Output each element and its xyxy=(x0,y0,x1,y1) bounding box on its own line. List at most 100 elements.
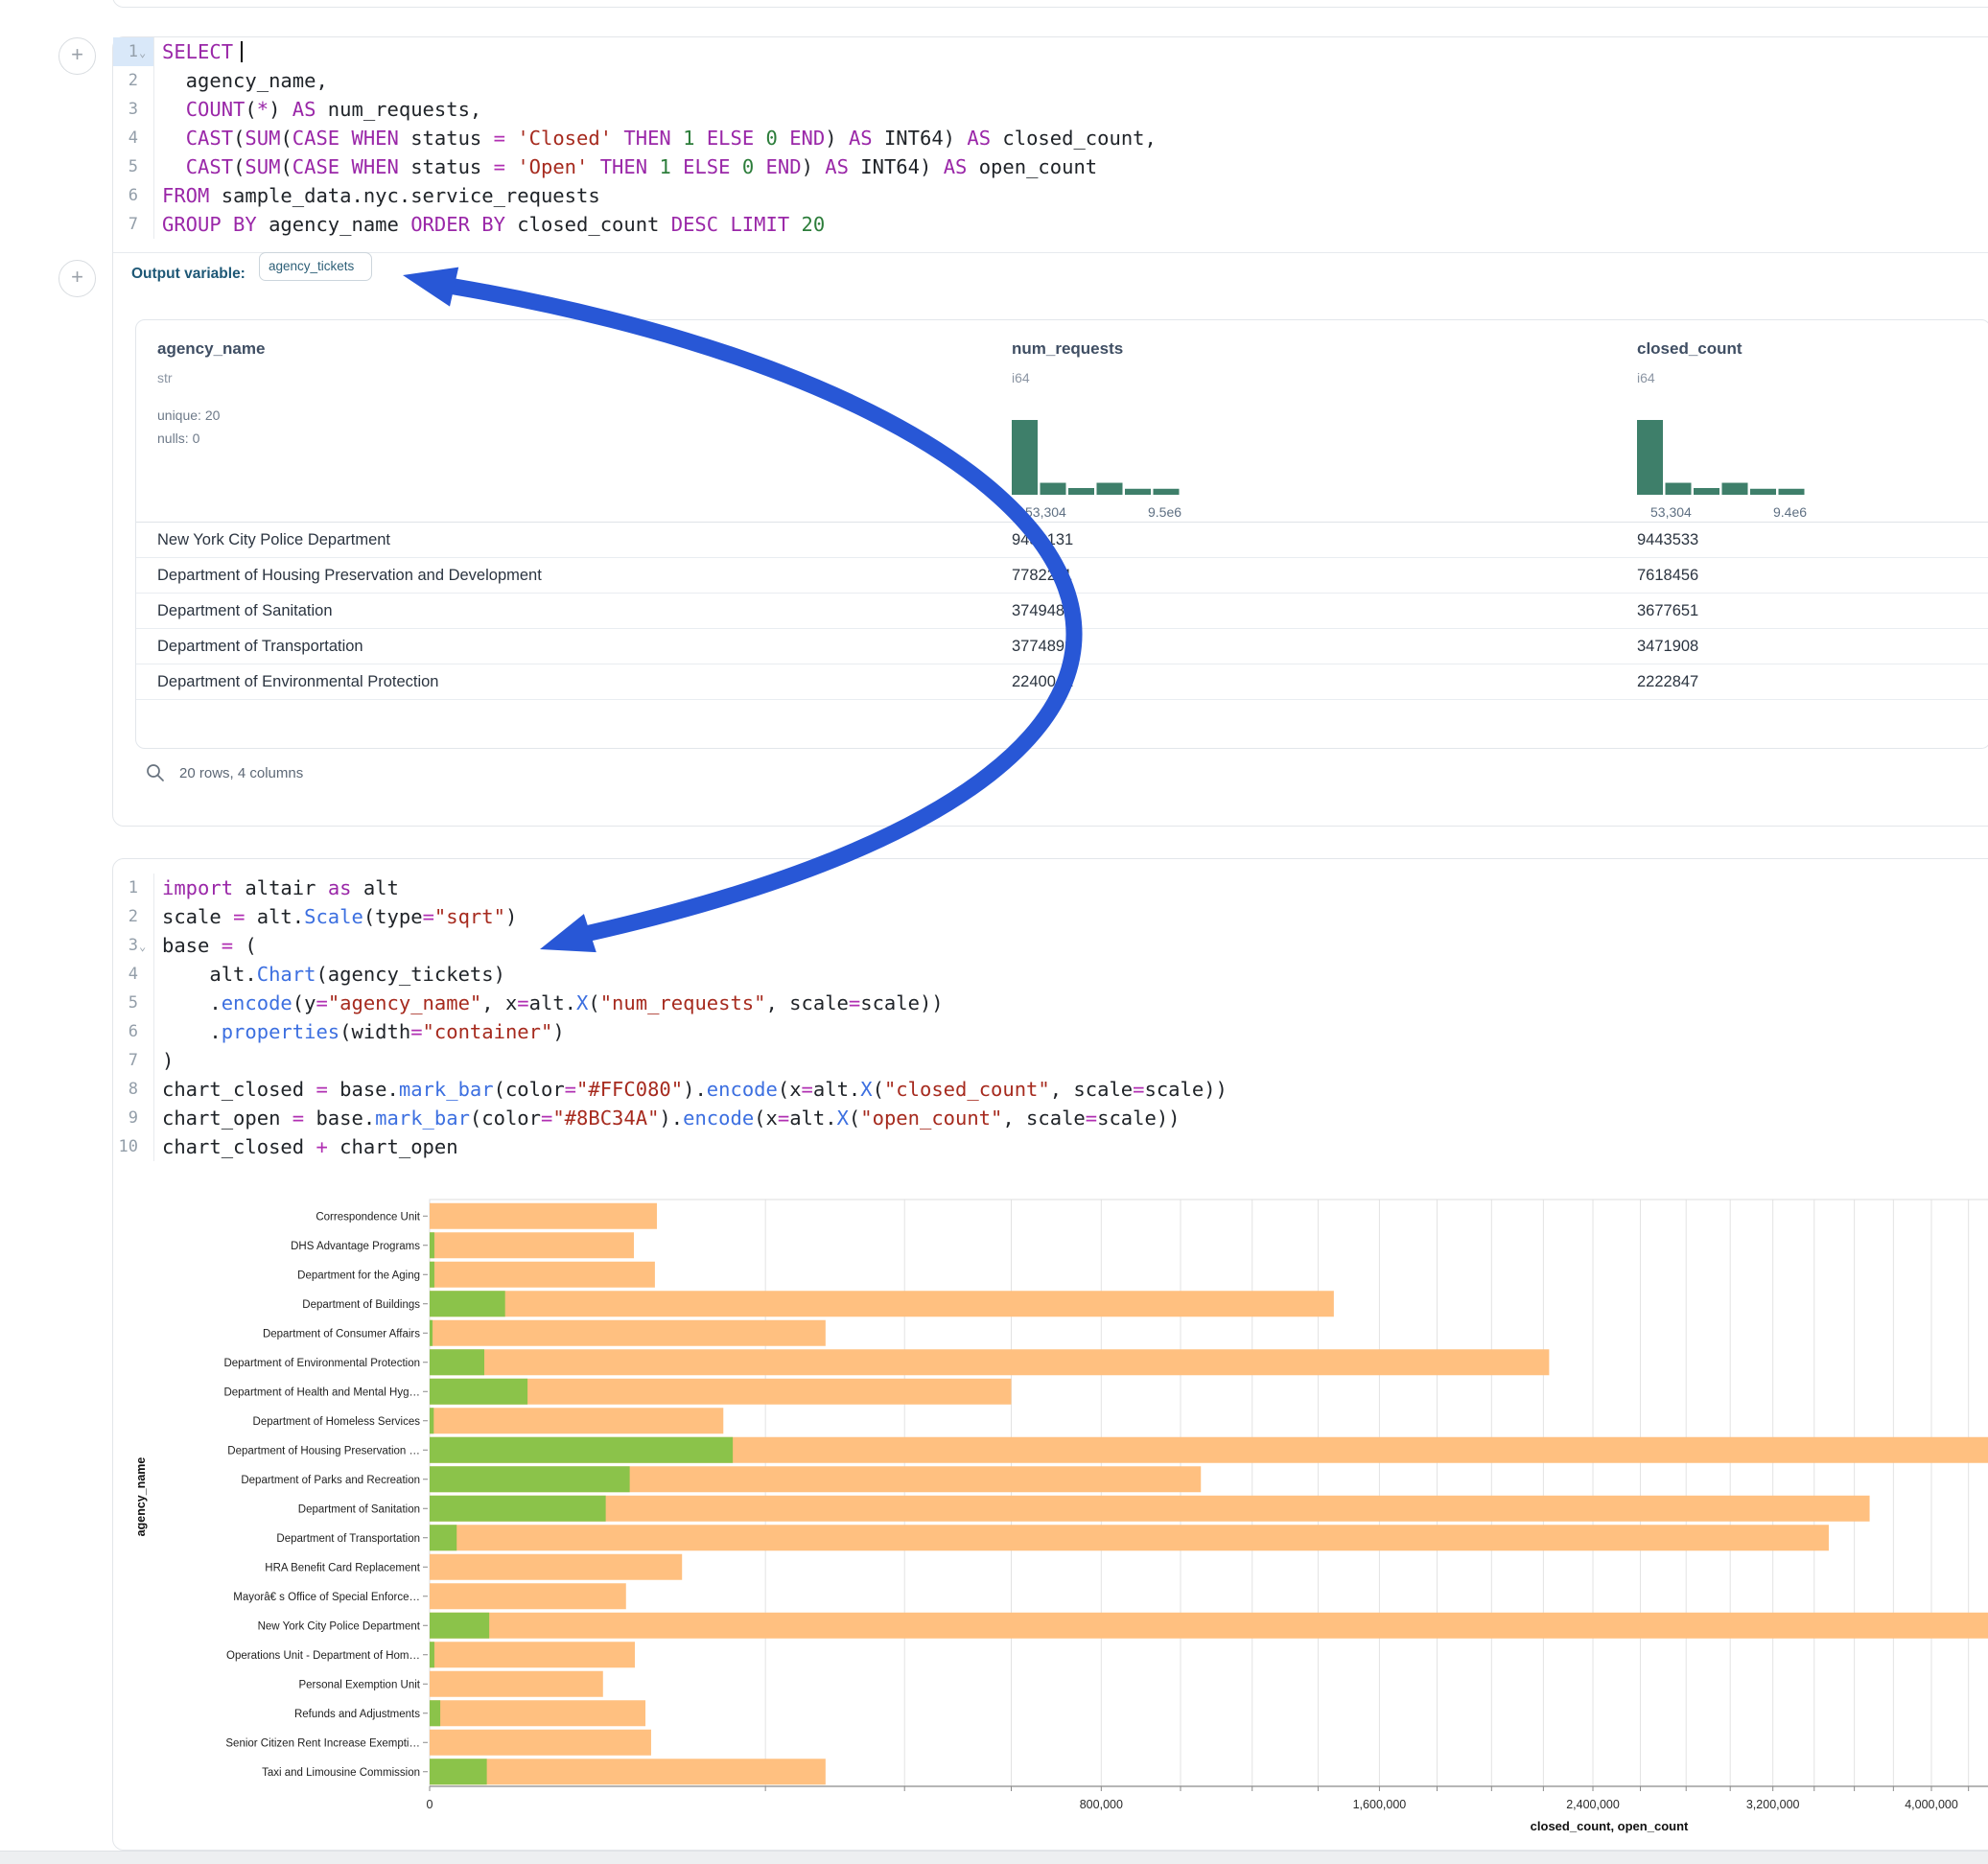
svg-text:Department of Homeless Service: Department of Homeless Services xyxy=(253,1416,421,1428)
table-row[interactable]: Department of Housing Preservation and D… xyxy=(136,558,1988,594)
code-line[interactable]: 2scale = alt.Scale(type="sqrt") xyxy=(113,902,1988,931)
code-line[interactable]: 1import altair as alt xyxy=(113,874,1988,902)
svg-text:Department of Housing Preserva: Department of Housing Preservation … xyxy=(227,1445,420,1456)
table-cell: Department of Transportation xyxy=(157,629,363,664)
column-stat-nulls: nulls: 0 xyxy=(157,431,199,446)
line-number: 5 xyxy=(113,152,138,181)
gutter: 1 xyxy=(113,874,154,902)
svg-text:HRA Benefit Card Replacement: HRA Benefit Card Replacement xyxy=(265,1562,421,1573)
code-line[interactable]: 2 agency_name, xyxy=(113,66,1988,95)
gutter: 3 xyxy=(113,95,154,124)
altair-bar-chart: Correspondence Unit DHS Advantage Program… xyxy=(113,1190,1988,1842)
code-line[interactable]: 6FROM sample_data.nyc.service_requests xyxy=(113,181,1988,210)
code-line[interactable]: 7GROUP BY agency_name ORDER BY closed_co… xyxy=(113,210,1988,239)
add-cell-button-output[interactable]: + xyxy=(58,260,96,297)
gutter: 4 xyxy=(113,960,154,989)
column-type: i64 xyxy=(1637,370,1655,385)
gutter: 9 xyxy=(113,1104,154,1132)
column-header[interactable]: num_requests xyxy=(1012,339,1123,359)
line-number: 2 xyxy=(113,902,138,931)
column-histogram xyxy=(1637,416,1810,495)
table-cell: 7782211 xyxy=(1012,558,1072,594)
gutter: 8 xyxy=(113,1075,154,1104)
line-number: 4 xyxy=(113,124,138,152)
table-footer: 20 rows, 4 columns xyxy=(145,758,303,787)
svg-text:Department of Health and Menta: Department of Health and Mental Hyg… xyxy=(223,1386,420,1398)
text-cursor xyxy=(241,41,243,62)
fold-chevron-icon[interactable]: ⌄ xyxy=(139,932,146,961)
histogram-min-label: 53,304 xyxy=(1025,504,1066,520)
svg-text:Department of Parks and Recrea: Department of Parks and Recreation xyxy=(241,1475,420,1486)
gutter: 10 xyxy=(113,1132,154,1161)
table-cell: 9443533 xyxy=(1637,523,1698,558)
column-type: i64 xyxy=(1012,370,1030,385)
code-line[interactable]: 7) xyxy=(113,1046,1988,1075)
gutter: 2 xyxy=(113,66,154,95)
column-stat-unique: unique: 20 xyxy=(157,408,220,423)
svg-text:Operations Unit - Department o: Operations Unit - Department of Hom… xyxy=(226,1650,420,1662)
svg-text:2,400,000: 2,400,000 xyxy=(1566,1798,1620,1811)
sql-code-editor[interactable]: 1⌄SELECT2 agency_name,3 COUNT(*) AS num_… xyxy=(113,37,1988,239)
svg-text:Personal Exemption Unit: Personal Exemption Unit xyxy=(298,1679,420,1690)
search-icon[interactable] xyxy=(145,762,166,783)
svg-text:agency_name: agency_name xyxy=(134,1457,148,1537)
table-cell: Department of Environmental Protection xyxy=(157,664,438,700)
output-variable-label: Output variable: xyxy=(131,266,246,283)
column-header[interactable]: agency_name xyxy=(157,339,265,359)
gutter: 1⌄ xyxy=(113,37,154,66)
gutter: 5 xyxy=(113,152,154,181)
svg-text:Department for the Aging: Department for the Aging xyxy=(297,1270,420,1281)
table-row[interactable]: New York City Police Department945313194… xyxy=(136,523,1988,558)
fold-chevron-icon[interactable]: ⌄ xyxy=(139,38,146,67)
svg-text:Department of Environmental Pr: Department of Environmental Protection xyxy=(223,1358,420,1369)
gutter: 3⌄ xyxy=(113,931,154,960)
code-line[interactable]: 3 COUNT(*) AS num_requests, xyxy=(113,95,1988,124)
notebook-page: { "sql_cell": { "active_line": 1, "fold_… xyxy=(0,0,1988,1864)
output-variable-chip[interactable]: agency_tickets xyxy=(259,252,372,281)
table-cell: 3677651 xyxy=(1637,594,1698,629)
line-number: 1 xyxy=(113,37,138,66)
code-line[interactable]: 9chart_open = base.mark_bar(color="#8BC3… xyxy=(113,1104,1988,1132)
code-line[interactable]: 3⌄base = ( xyxy=(113,931,1988,960)
table-row[interactable]: Department of Transportation377489234719… xyxy=(136,629,1988,664)
svg-text:Taxi and Limousine Commission: Taxi and Limousine Commission xyxy=(262,1767,420,1779)
code-line[interactable]: 4 alt.Chart(agency_tickets) xyxy=(113,960,1988,989)
table-cell: Department of Housing Preservation and D… xyxy=(157,558,542,594)
code-line[interactable]: 5 CAST(SUM(CASE WHEN status = 'Open' THE… xyxy=(113,152,1988,181)
table-cell: 7618456 xyxy=(1637,558,1698,594)
svg-text:closed_count, open_count: closed_count, open_count xyxy=(1531,1819,1689,1833)
svg-text:Department of Transportation: Department of Transportation xyxy=(276,1533,420,1545)
sql-cell-card: 1⌄SELECT2 agency_name,3 COUNT(*) AS num_… xyxy=(112,36,1988,827)
svg-text:1,600,000: 1,600,000 xyxy=(1353,1798,1407,1811)
table-cell: 2240041 xyxy=(1012,664,1073,700)
gutter: 4 xyxy=(113,124,154,152)
code-line[interactable]: 4 CAST(SUM(CASE WHEN status = 'Closed' T… xyxy=(113,124,1988,152)
line-number: 3 xyxy=(113,95,138,124)
svg-text:Correspondence Unit: Correspondence Unit xyxy=(316,1211,420,1223)
histogram-min-label: 53,304 xyxy=(1650,504,1692,520)
table-cell: 3471908 xyxy=(1637,629,1698,664)
svg-text:Senior Citizen Rent Increase E: Senior Citizen Rent Increase Exempti… xyxy=(225,1737,420,1749)
table-row[interactable]: Department of Environmental Protection 22… xyxy=(136,664,1988,700)
page-bottom-strip xyxy=(0,1851,1988,1864)
code-line[interactable]: 5 .encode(y="agency_name", x=alt.X("num_… xyxy=(113,989,1988,1017)
line-number: 6 xyxy=(113,181,138,210)
svg-text:Mayorâ€ s Office of Special En: Mayorâ€ s Office of Special Enforce… xyxy=(233,1592,420,1603)
table-row[interactable]: Department of Sanitation37494853677651 xyxy=(136,594,1988,629)
code-line[interactable]: 6 .properties(width="container") xyxy=(113,1017,1988,1046)
line-number: 3 xyxy=(113,931,138,960)
column-header[interactable]: closed_count xyxy=(1637,339,1742,359)
code-line[interactable]: 1⌄SELECT xyxy=(113,37,1988,66)
python-code-editor[interactable]: 1import altair as alt2scale = alt.Scale(… xyxy=(113,874,1988,1161)
code-line[interactable]: 10chart_closed + chart_open xyxy=(113,1132,1988,1161)
table-cell: New York City Police Department xyxy=(157,523,390,558)
line-number: 5 xyxy=(113,989,138,1017)
svg-text:Department of Consumer Affairs: Department of Consumer Affairs xyxy=(263,1328,420,1340)
add-cell-button-top[interactable]: + xyxy=(58,37,96,75)
code-line[interactable]: 8chart_closed = base.mark_bar(color="#FF… xyxy=(113,1075,1988,1104)
histogram-max-label: 9.4e6 xyxy=(1773,504,1807,520)
gutter: 5 xyxy=(113,989,154,1017)
svg-text:DHS Advantage Programs: DHS Advantage Programs xyxy=(291,1241,420,1252)
svg-text:800,000: 800,000 xyxy=(1080,1798,1123,1811)
svg-text:0: 0 xyxy=(427,1798,433,1811)
